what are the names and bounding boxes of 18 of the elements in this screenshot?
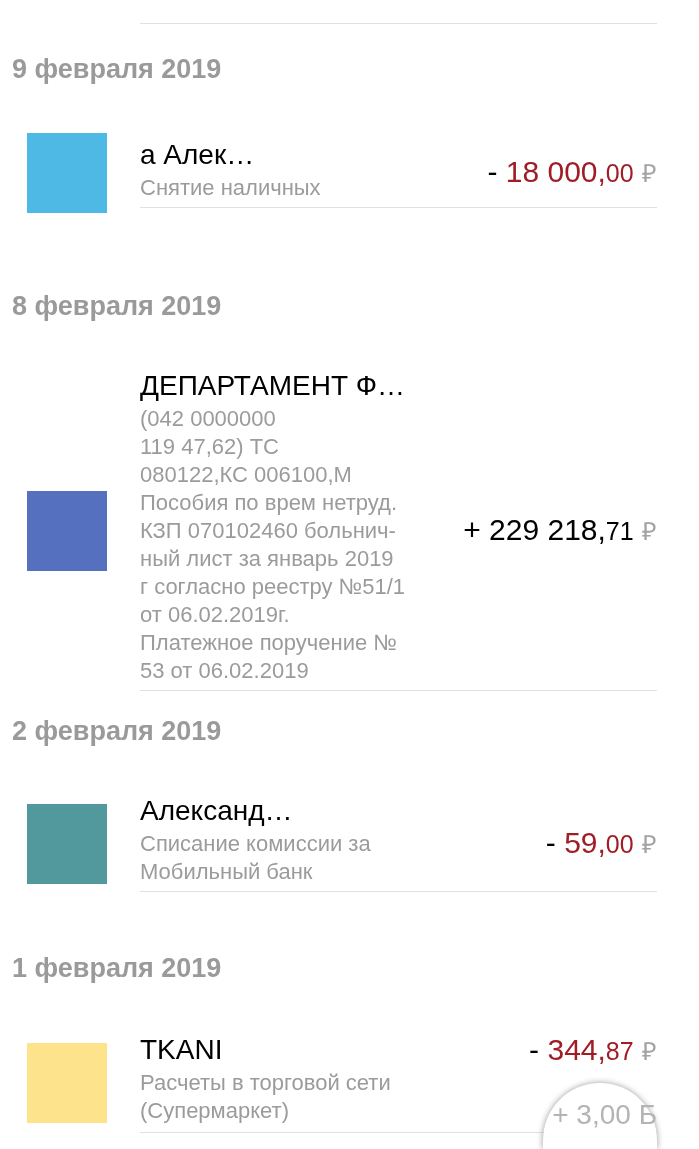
amount-text: - 344,87 ₽ [529,1032,657,1068]
transaction-title: а Алек… [140,138,256,171]
date-heading: 1 февраля 2019 [12,953,223,983]
amount-text: - 59,00 ₽ [545,824,657,861]
date-heading: 8 февраля 2019 [12,291,223,321]
amount-text: + 229 218,71 ₽ [463,511,657,548]
transaction-description: (042 0000000 119 47,62) ТС 080122,КС 006100,М Пособия по врем нетруд. КЗП 070102460 больнич- ный лист за январь 2019 г согласно реестру №51/1 от 06.02.2019г. Платежное поручение № 53 от 06.02.2019 [140,405,407,685]
transaction-title: Александ… [140,795,294,827]
bonus-text: + 3,00 Б [552,1098,657,1132]
transaction-title: TKANI [140,1034,224,1066]
amount-text: - 18 000,00 ₽ [487,154,657,190]
transaction-title: ДЕПАРТАМЕНТ Ф… [140,370,407,402]
transaction-description: Расчеты в торговой сети (Супермаркет) [140,1069,392,1125]
transaction-description: Снятие наличных [140,173,322,202]
date-heading: 2 февраля 2019 [12,716,223,746]
date-heading: 9 февраля 2019 [12,54,223,84]
transaction-description: Списание комиссии за Мобильный банк [140,830,372,886]
floating-button[interactable] [543,1083,657,1149]
